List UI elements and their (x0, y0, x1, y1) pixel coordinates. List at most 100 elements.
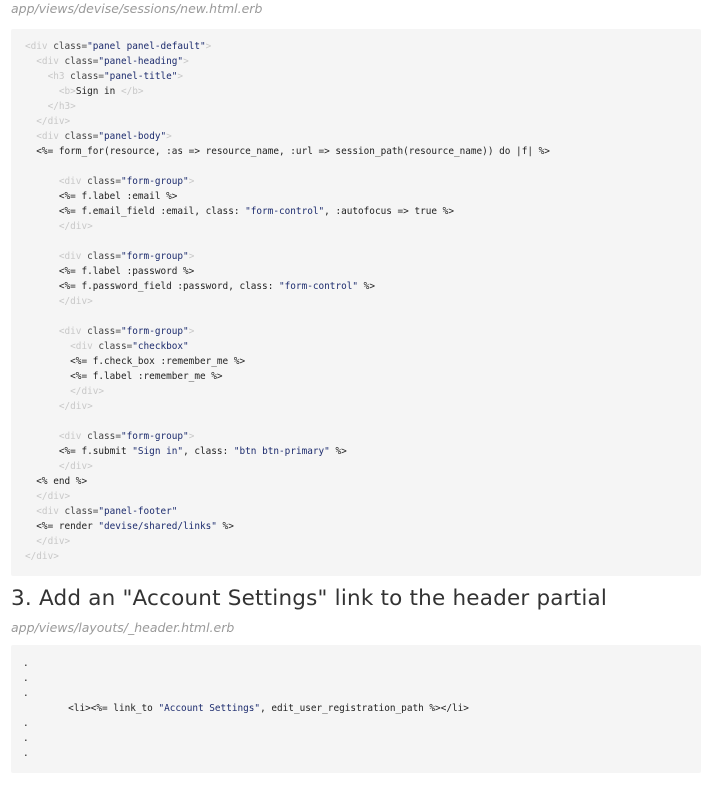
code-token: </div> (25, 491, 71, 502)
code-token: "btn btn-primary" (233, 446, 330, 457)
code-token: <div (25, 431, 88, 442)
code-line: <div class="panel-footer" (25, 504, 701, 519)
code-line: <div class="panel-body"> (25, 129, 701, 144)
code-token: class= (64, 56, 99, 67)
code-token: <%= f.email_field :email, class: (25, 206, 246, 217)
code-token: > (183, 56, 189, 67)
code-token: <li><%= link_to (23, 703, 159, 714)
code-token: <%= f.label :email %> (25, 191, 178, 202)
code-line: </div> (25, 399, 701, 414)
section-heading: 3. Add an "Account Settings" link to the… (11, 586, 608, 611)
code-token: <div (25, 326, 88, 337)
code-line: <div class="form-group"> (25, 324, 701, 339)
code-token: <div (25, 341, 99, 352)
code-line: <%= f.password_field :password, class: "… (25, 279, 701, 294)
code-token: <%= form_for(resource, :as => resource_n… (25, 146, 550, 157)
code-token: class= (64, 506, 99, 517)
code-line: <%= f.label :password %> (25, 264, 701, 279)
code-token: "panel-footer" (98, 506, 178, 517)
code-line: </div> (25, 534, 701, 549)
code-token: "form-group" (120, 176, 189, 187)
code-token: <h3 (25, 71, 71, 82)
code-line: <div class="checkbox" (25, 339, 701, 354)
code-token: <div (25, 56, 65, 67)
code-token: </div> (25, 536, 71, 547)
code-token: %> (216, 521, 234, 532)
code-token: > (188, 326, 195, 337)
code-token: "Account Settings" (158, 703, 261, 714)
code-line: </div> (25, 384, 701, 399)
code-content: <div class="panel panel-default"> <div c… (25, 39, 701, 564)
code-token: <div (25, 506, 65, 517)
code-token: "panel panel-default" (87, 41, 206, 52)
code-token: </b> (115, 86, 144, 97)
code-line: <%= form_for(resource, :as => resource_n… (25, 144, 701, 159)
file-path-sessions: app/views/devise/sessions/new.html.erb (11, 1, 263, 16)
code-token: <%= f.submit (25, 446, 133, 457)
code-block-sessions: <div class="panel panel-default"> <div c… (11, 29, 701, 576)
code-token: class= (87, 431, 121, 442)
code-line: </div> (25, 489, 701, 504)
code-line: . (23, 731, 701, 746)
code-line: <div class="form-group"> (25, 429, 701, 444)
code-token: "form-group" (120, 251, 189, 262)
code-token: </div> (25, 221, 93, 232)
code-line: <%= f.email_field :email, class: "form-c… (25, 204, 701, 219)
code-token: "form-group" (120, 326, 189, 337)
code-token: "form-group" (120, 431, 189, 442)
code-line: <h3 class="panel-title"> (25, 69, 701, 84)
code-token: class= (64, 131, 99, 142)
code-token: . (23, 718, 29, 729)
code-line: </div> (25, 549, 701, 564)
code-line: <li><%= link_to "Account Settings", edit… (23, 701, 701, 716)
code-token: <div (25, 251, 88, 262)
code-line: </h3> (25, 99, 701, 114)
code-token: </div> (25, 296, 93, 307)
code-token: <div (25, 131, 65, 142)
file-path-header: app/views/layouts/_header.html.erb (11, 620, 235, 635)
code-token: class= (87, 326, 121, 337)
code-line: </div> (25, 459, 701, 474)
code-line: . (23, 686, 701, 701)
code-token: </div> (25, 551, 59, 562)
code-token: class= (87, 176, 121, 187)
code-token: "form-control" (279, 281, 359, 292)
code-token: > (205, 41, 212, 52)
code-line: . (23, 656, 701, 671)
code-token: "panel-heading" (98, 56, 184, 67)
code-token: > (166, 131, 172, 142)
code-token: </div> (25, 386, 105, 397)
code-token: </h3> (25, 101, 76, 112)
code-token: "panel-title" (104, 71, 178, 82)
code-token: Sign in (75, 86, 116, 97)
code-token: . (23, 688, 29, 699)
code-line: . (23, 671, 701, 686)
code-token: "form-control" (245, 206, 325, 217)
code-line: . (23, 746, 701, 761)
code-token: class= (87, 251, 121, 262)
code-token: "checkbox" (132, 341, 189, 352)
code-token: <b> (25, 86, 76, 97)
code-token: <% end %> (25, 476, 88, 487)
code-line: <b>Sign in </b> (25, 84, 701, 99)
code-token: , :autofocus => true %> (324, 206, 454, 217)
code-token: . (23, 748, 29, 759)
code-token: . (23, 658, 29, 669)
code-line: </div> (25, 219, 701, 234)
code-token: <%= render (25, 521, 99, 532)
code-token: "Sign in" (132, 446, 184, 457)
code-line: <% end %> (25, 474, 701, 489)
code-token: class= (53, 41, 88, 52)
code-line: <%= f.label :email %> (25, 189, 701, 204)
code-line: . (23, 716, 701, 731)
code-token: <%= f.password_field :password, class: (25, 281, 279, 292)
code-token: . (23, 733, 29, 744)
code-token: </div> (25, 401, 93, 412)
code-line: <%= f.submit "Sign in", class: "btn btn-… (25, 444, 701, 459)
code-token: <%= f.label :remember_me %> (25, 371, 223, 382)
code-token: class= (70, 71, 105, 82)
code-token: "panel-body" (98, 131, 167, 142)
code-token: "devise/shared/links" (98, 521, 217, 532)
